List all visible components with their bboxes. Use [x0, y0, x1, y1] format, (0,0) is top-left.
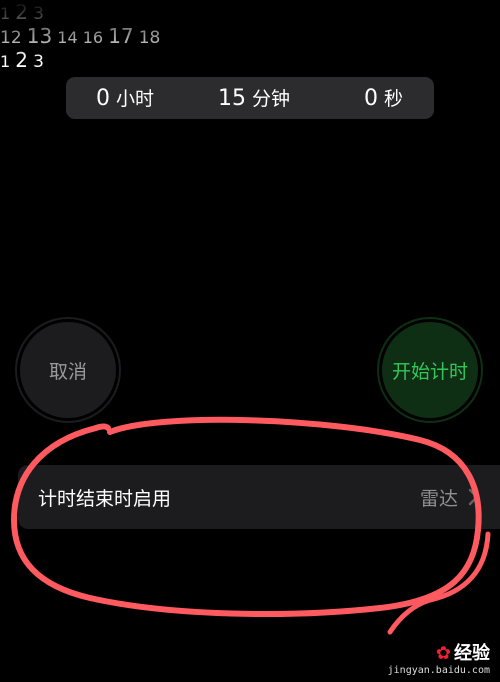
seconds-option[interactable]: 1: [0, 52, 10, 71]
hours-value: 0: [96, 86, 110, 111]
seconds-option[interactable]: 2: [15, 48, 28, 72]
hours-option[interactable]: 1: [0, 4, 10, 23]
minutes-option[interactable]: 12: [0, 28, 22, 48]
hours-wheel[interactable]: 0 小时 1 2 3: [0, 0, 500, 111]
watermark-logo-text: 经验: [454, 643, 490, 664]
hours-option[interactable]: 3: [33, 4, 44, 24]
seconds-wheel[interactable]: 0秒 1 2 3: [0, 48, 500, 111]
minutes-selected[interactable]: 15 分钟: [218, 84, 290, 111]
watermark: ✿ 经验 jingyan.baidu.com: [388, 639, 490, 676]
timer-picker[interactable]: 0 小时 1 2 3 12 13 14 15 分钟 16 17 18 0秒 1 2 …: [0, 0, 500, 210]
minutes-option[interactable]: 18: [139, 28, 161, 48]
row-label: 计时结束时启用: [38, 488, 172, 510]
minutes-option[interactable]: 17: [108, 24, 133, 48]
chevron-right-icon: [468, 488, 479, 506]
start-timer-button[interactable]: 开始计时: [382, 322, 478, 418]
minutes-option[interactable]: 13: [27, 24, 52, 48]
minutes-unit: 分钟: [252, 88, 291, 110]
cancel-button[interactable]: 取消: [20, 322, 116, 418]
hours-option[interactable]: 2: [15, 0, 28, 24]
cancel-button-label: 取消: [48, 360, 87, 383]
minutes-wheel[interactable]: 12 13 14 15 分钟 16 17 18: [0, 24, 500, 111]
minutes-option[interactable]: 14: [57, 28, 77, 47]
watermark-logo: ✿ 经验: [388, 639, 490, 665]
seconds-option[interactable]: 3: [33, 52, 44, 72]
hours-unit: 小时: [116, 88, 155, 110]
seconds-unit: 秒: [384, 88, 404, 110]
hours-selected[interactable]: 0 小时: [96, 84, 154, 111]
seconds-value: 0: [364, 86, 378, 111]
picker-fade-bottom: [0, 150, 500, 210]
when-timer-ends-row[interactable]: 计时结束时启用 雷达: [18, 465, 500, 529]
start-button-label: 开始计时: [391, 360, 468, 383]
row-value: 雷达: [419, 488, 458, 510]
watermark-url: jingyan.baidu.com: [387, 665, 490, 676]
paw-icon: ✿: [435, 643, 451, 664]
seconds-selected[interactable]: 0秒: [364, 84, 403, 111]
minutes-value: 15: [218, 86, 246, 111]
minutes-option[interactable]: 16: [83, 28, 103, 47]
